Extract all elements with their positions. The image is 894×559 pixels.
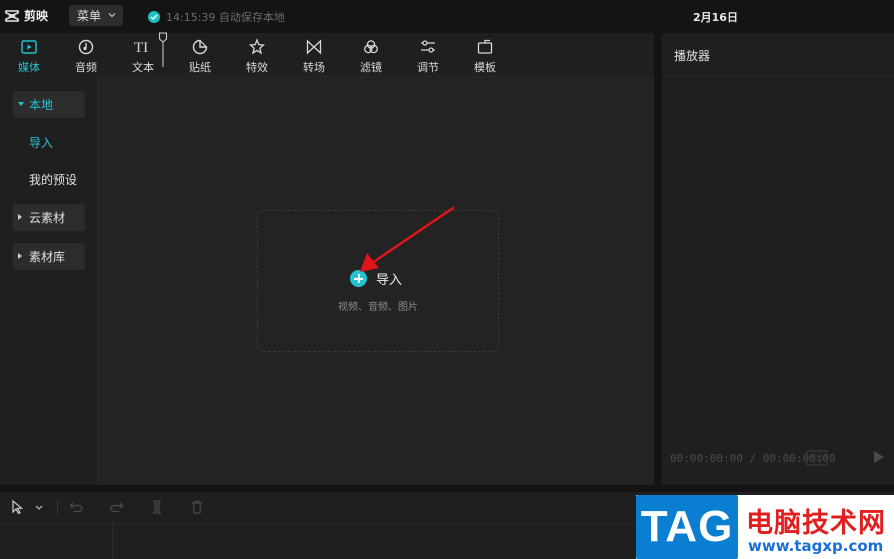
watermark-url: www.tagxp.com <box>748 537 884 555</box>
undo-icon[interactable] <box>68 499 84 515</box>
adjust-icon <box>421 40 435 53</box>
menu-button[interactable]: 菜单 <box>69 5 123 26</box>
project-date: 2月16日 <box>693 11 738 24</box>
sidebar-item-library[interactable]: 素材库 <box>13 243 85 270</box>
check-icon <box>148 11 160 23</box>
sidebar-item-label: 素材库 <box>29 250 66 264</box>
caret-right-icon <box>18 253 22 259</box>
tab-effects[interactable]: 特效 <box>232 35 282 75</box>
tab-adjust[interactable]: 调节 <box>403 35 453 75</box>
caret-down-icon <box>18 102 24 106</box>
text-icon: TI <box>134 40 148 56</box>
split-icon[interactable] <box>149 499 165 515</box>
media-content-area: 导入 视频、音频、图片 <box>98 75 654 485</box>
cursor-select-icon[interactable] <box>10 499 26 515</box>
tab-transition-label: 转场 <box>303 61 325 74</box>
sidebar-item-local[interactable]: 本地 <box>13 91 85 118</box>
autosave-status: 14:15:39 自动保存本地 <box>148 9 285 25</box>
watermark: TAG 电脑技术网 www.tagxp.com <box>636 495 894 559</box>
tab-media-label: 媒体 <box>18 61 40 74</box>
media-sidebar: 本地 导入 我的预设 云素材 素材库 <box>0 75 98 485</box>
tab-media[interactable]: 媒体 <box>4 35 54 75</box>
autosave-text: 14:15:39 自动保存本地 <box>166 11 285 24</box>
tab-adjust-label: 调节 <box>417 61 439 74</box>
divider <box>662 76 894 77</box>
tab-template-label: 模板 <box>474 61 496 74</box>
caret-right-icon <box>18 214 22 220</box>
tab-effects-label: 特效 <box>246 61 268 74</box>
playhead-icon[interactable] <box>158 32 168 67</box>
sidebar-item-my-presets[interactable]: 我的预设 <box>13 166 85 193</box>
tab-audio[interactable]: 音频 <box>61 35 111 75</box>
sidebar-item-label: 云素材 <box>29 211 66 225</box>
effects-icon <box>248 38 266 55</box>
plus-icon <box>350 270 367 287</box>
grid-icon[interactable] <box>806 450 828 466</box>
transition-icon <box>306 39 322 55</box>
watermark-tag: TAG <box>636 495 738 559</box>
tab-filter[interactable]: 滤镜 <box>346 35 396 75</box>
tab-template[interactable]: 模板 <box>460 35 510 75</box>
asset-toolbar: 媒体 音频 TI 文本 贴纸 特效 转场 滤镜 调节 模板 <box>0 33 654 75</box>
sticker-icon <box>192 39 208 55</box>
audio-icon <box>78 39 94 55</box>
capcut-logo-icon <box>5 9 19 22</box>
filter-icon <box>364 40 378 54</box>
sidebar-item-label: 导入 <box>29 136 54 150</box>
title-bar: 剪映 菜单 14:15:39 自动保存本地 2月16日 <box>0 0 894 32</box>
sidebar-item-label: 本地 <box>29 98 54 112</box>
sidebar-item-label: 我的预设 <box>29 173 78 187</box>
divider <box>57 500 58 514</box>
app-logo: 剪映 <box>4 7 48 24</box>
redo-icon[interactable] <box>109 499 125 515</box>
template-icon <box>477 39 493 54</box>
tab-text-label: 文本 <box>132 61 154 74</box>
import-label: 导入 <box>376 273 403 288</box>
watermark-title: 电脑技术网 <box>746 508 886 539</box>
player-panel: 播放器 00:00:00:00 / 00:00:00:00 <box>662 33 894 485</box>
sidebar-item-cloud-assets[interactable]: 云素材 <box>13 204 85 231</box>
menu-label: 菜单 <box>77 9 102 23</box>
tab-filter-label: 滤镜 <box>360 61 382 74</box>
tab-transition[interactable]: 转场 <box>289 35 339 75</box>
tab-sticker-label: 贴纸 <box>189 61 211 74</box>
sidebar-item-import[interactable]: 导入 <box>13 129 85 156</box>
media-icon <box>21 40 37 54</box>
player-title: 播放器 <box>674 49 711 63</box>
delete-icon[interactable] <box>189 499 205 515</box>
import-button[interactable]: 导入 <box>350 269 402 288</box>
play-icon[interactable] <box>874 451 884 463</box>
chevron-down-icon[interactable] <box>33 499 45 515</box>
tab-audio-label: 音频 <box>75 61 97 74</box>
tab-sticker[interactable]: 贴纸 <box>175 35 225 75</box>
import-hint: 视频、音频、图片 <box>338 302 418 313</box>
svg-text:TI: TI <box>134 40 148 56</box>
import-dropzone[interactable]: 导入 视频、音频、图片 <box>257 210 499 352</box>
app-name: 剪映 <box>24 9 49 23</box>
chevron-down-icon <box>108 13 116 18</box>
media-panel: 媒体 音频 TI 文本 贴纸 特效 转场 滤镜 调节 模板 本地 导入 我的预设… <box>0 33 654 485</box>
